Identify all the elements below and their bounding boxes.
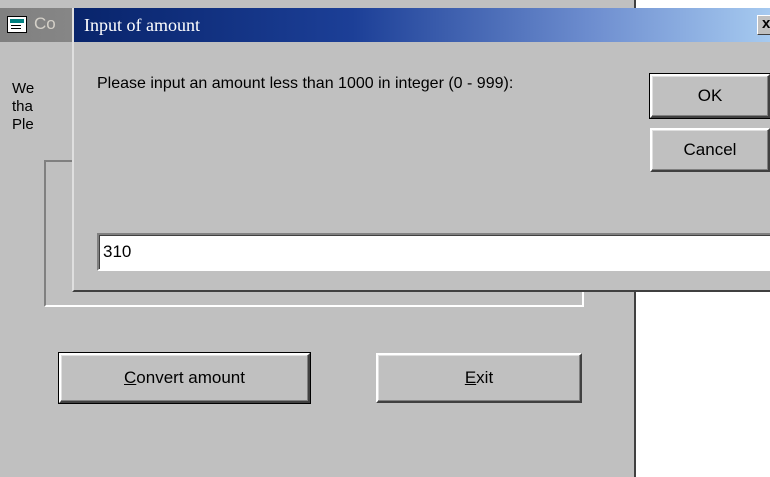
exit-label: xit [476, 368, 494, 387]
dialog-prompt: Please input an amount less than 1000 in… [97, 75, 514, 92]
exit-button[interactable]: Exit [376, 353, 582, 403]
convert-amount-button[interactable]: Convert amount [58, 352, 311, 404]
cancel-button[interactable]: Cancel [650, 128, 770, 172]
ok-button[interactable]: OK [649, 73, 770, 119]
dialog-title: Input of amount [84, 15, 200, 35]
close-icon[interactable]: x [757, 15, 770, 35]
exit-mnemonic: E [464, 368, 477, 387]
main-window-title: Co [34, 14, 56, 33]
convert-label: onvert amount [136, 368, 245, 387]
dialog-titlebar[interactable]: Input of amount x [74, 8, 770, 42]
input-dialog: Input of amount x Please input an amount… [72, 8, 770, 292]
amount-input[interactable] [97, 233, 770, 271]
app-window-icon [7, 16, 27, 33]
convert-mnemonic: C [124, 368, 137, 387]
